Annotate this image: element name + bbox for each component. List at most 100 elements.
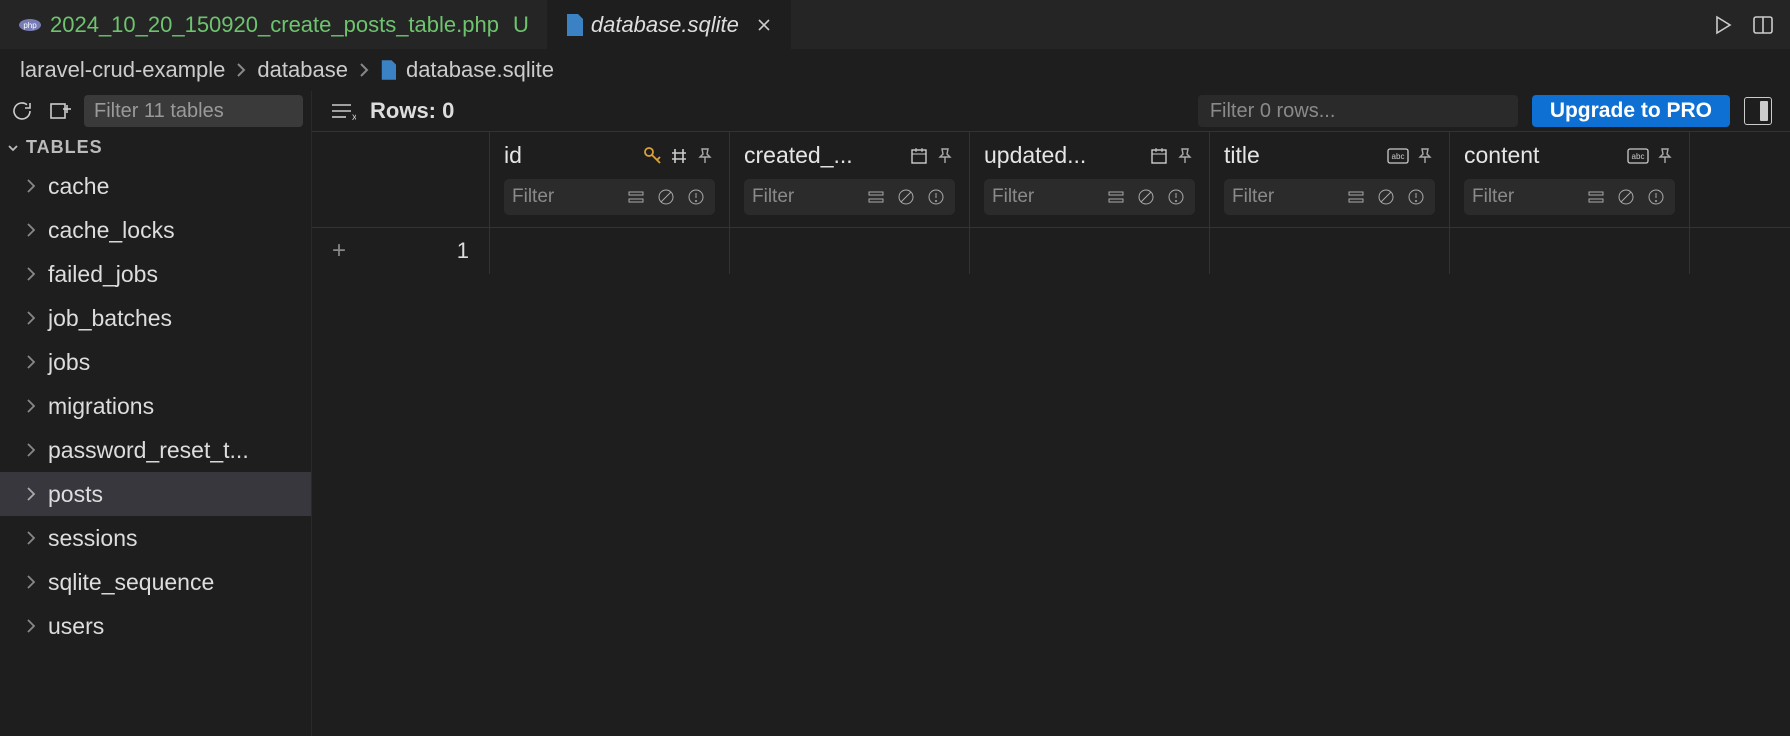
pin-icon[interactable] <box>1175 146 1195 166</box>
refresh-icon[interactable] <box>8 97 36 125</box>
table-item-cache-locks[interactable]: cache_locks <box>0 208 311 252</box>
breadcrumb-segment[interactable]: laravel-crud-example <box>20 57 225 83</box>
table-item-job-batches[interactable]: job_batches <box>0 296 311 340</box>
column-header-updated-at[interactable]: updated... <box>970 132 1210 227</box>
grid-header-row: id created_... <box>312 131 1790 228</box>
column-header-title[interactable]: title abc <box>1210 132 1450 227</box>
database-file-icon <box>565 14 583 36</box>
row-number: 1 <box>457 238 469 264</box>
column-filter-input[interactable] <box>512 186 617 208</box>
run-icon[interactable] <box>1710 12 1736 38</box>
column-filter-input[interactable] <box>752 186 857 208</box>
upgrade-button[interactable]: Upgrade to PRO <box>1532 95 1730 127</box>
text-type-icon: abc <box>1387 148 1409 164</box>
clear-filter-icon[interactable] <box>655 186 677 208</box>
filter-rows-input[interactable] <box>1198 95 1518 127</box>
info-icon[interactable] <box>1405 186 1427 208</box>
filter-mode-icon[interactable] <box>1105 186 1127 208</box>
breadcrumb: laravel-crud-example database database.s… <box>0 49 1790 91</box>
clear-filter-icon[interactable] <box>895 186 917 208</box>
table-item-label: password_reset_t... <box>48 437 249 464</box>
row-number-header <box>312 132 490 227</box>
cell-id[interactable] <box>490 228 730 274</box>
breadcrumb-segment[interactable]: database <box>257 57 348 83</box>
rows-options-icon[interactable]: x <box>330 100 356 122</box>
database-file-icon <box>380 60 396 80</box>
date-type-icon <box>1149 146 1169 166</box>
chevron-right-icon <box>358 61 370 79</box>
info-icon[interactable] <box>1165 186 1187 208</box>
add-row-icon[interactable]: + <box>332 237 346 265</box>
filter-mode-icon[interactable] <box>865 186 887 208</box>
pin-icon[interactable] <box>1415 146 1435 166</box>
filter-mode-icon[interactable] <box>1345 186 1367 208</box>
table-item-sqlite-sequence[interactable]: sqlite_sequence <box>0 560 311 604</box>
row-gutter[interactable]: + 1 <box>312 228 490 274</box>
table-item-cache[interactable]: cache <box>0 164 311 208</box>
table-item-users[interactable]: users <box>0 604 311 648</box>
column-filter-input[interactable] <box>992 186 1097 208</box>
table-item-jobs[interactable]: jobs <box>0 340 311 384</box>
tab-actions <box>1710 0 1790 49</box>
text-type-icon: abc <box>1627 148 1649 164</box>
table-item-label: sessions <box>48 525 137 552</box>
number-type-icon <box>669 146 689 166</box>
table-item-label: users <box>48 613 104 640</box>
cell-updated-at[interactable] <box>970 228 1210 274</box>
clear-filter-icon[interactable] <box>1135 186 1157 208</box>
tab-label: 2024_10_20_150920_create_posts_table.php <box>50 12 499 38</box>
pin-icon[interactable] <box>935 146 955 166</box>
svg-text:abc: abc <box>1392 152 1405 161</box>
column-filter-box <box>1464 179 1675 215</box>
column-header-content[interactable]: content abc <box>1450 132 1690 227</box>
tables-section-header[interactable]: TABLES <box>0 131 311 164</box>
sidebar-filter-input[interactable] <box>84 95 303 127</box>
content-toolbar: x Rows: 0 Upgrade to PRO <box>312 91 1790 131</box>
tab-database-sqlite[interactable]: database.sqlite <box>547 0 791 49</box>
column-filter-input[interactable] <box>1232 186 1337 208</box>
table-item-password-reset[interactable]: password_reset_t... <box>0 428 311 472</box>
tab-bar: php 2024_10_20_150920_create_posts_table… <box>0 0 1790 49</box>
info-icon[interactable] <box>1645 186 1667 208</box>
table-item-label: sqlite_sequence <box>48 569 214 596</box>
cell-created-at[interactable] <box>730 228 970 274</box>
pin-icon[interactable] <box>1655 146 1675 166</box>
cell-content[interactable] <box>1450 228 1690 274</box>
table-row[interactable]: + 1 <box>312 228 1790 274</box>
table-item-label: job_batches <box>48 305 172 332</box>
breadcrumb-segment[interactable]: database.sqlite <box>406 57 554 83</box>
tab-migration-file[interactable]: php 2024_10_20_150920_create_posts_table… <box>0 0 547 49</box>
toggle-panel-icon[interactable] <box>1744 97 1772 125</box>
primary-key-icon <box>643 146 663 166</box>
table-list: cache cache_locks failed_jobs job_batche… <box>0 164 311 648</box>
info-icon[interactable] <box>925 186 947 208</box>
table-item-label: posts <box>48 481 103 508</box>
column-name: created_... <box>744 142 901 169</box>
table-item-label: cache_locks <box>48 217 175 244</box>
split-editor-icon[interactable] <box>1750 12 1776 38</box>
info-icon[interactable] <box>685 186 707 208</box>
column-header-created-at[interactable]: created_... <box>730 132 970 227</box>
column-header-id[interactable]: id <box>490 132 730 227</box>
table-item-label: cache <box>48 173 109 200</box>
sidebar-toolbar <box>0 91 311 131</box>
table-item-label: failed_jobs <box>48 261 158 288</box>
table-item-failed-jobs[interactable]: failed_jobs <box>0 252 311 296</box>
table-item-migrations[interactable]: migrations <box>0 384 311 428</box>
column-filter-box <box>744 179 955 215</box>
table-item-posts[interactable]: posts <box>0 472 311 516</box>
clear-filter-icon[interactable] <box>1375 186 1397 208</box>
clear-filter-icon[interactable] <box>1615 186 1637 208</box>
close-icon[interactable] <box>755 16 773 34</box>
filter-mode-icon[interactable] <box>1585 186 1607 208</box>
table-item-sessions[interactable]: sessions <box>0 516 311 560</box>
column-filter-input[interactable] <box>1472 186 1577 208</box>
new-table-icon[interactable] <box>46 97 74 125</box>
column-name: id <box>504 142 635 169</box>
content-pane: x Rows: 0 Upgrade to PRO id <box>312 91 1790 736</box>
rows-label: Rows: 0 <box>370 98 454 124</box>
pin-icon[interactable] <box>695 146 715 166</box>
svg-text:x: x <box>352 112 356 122</box>
filter-mode-icon[interactable] <box>625 186 647 208</box>
cell-title[interactable] <box>1210 228 1450 274</box>
